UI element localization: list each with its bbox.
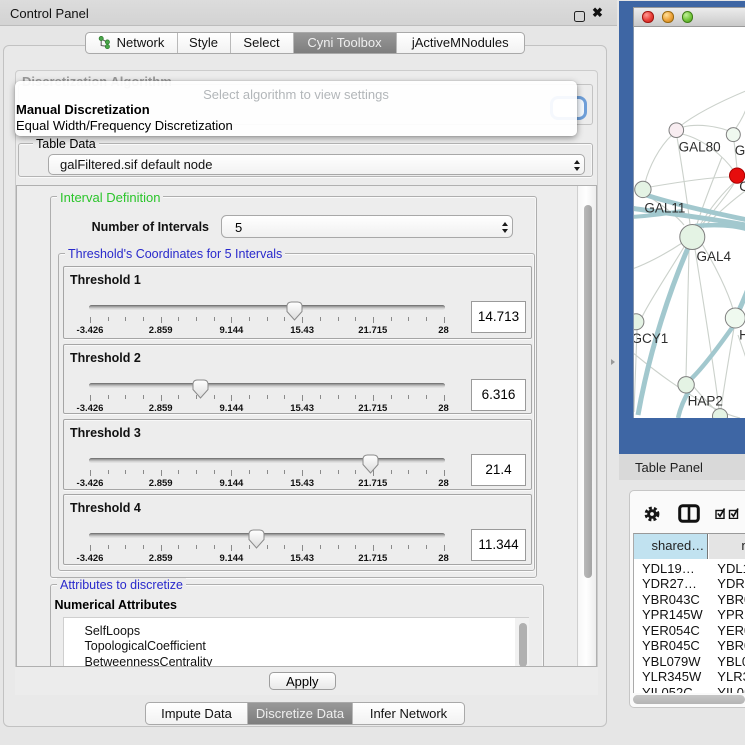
svg-text:C: C [739, 179, 745, 194]
svg-text:GCY1: GCY1 [634, 331, 668, 346]
svg-text:GAL11: GAL11 [644, 201, 685, 216]
svg-text:GA: GA [734, 143, 745, 158]
svg-text:HAP2: HAP2 [687, 393, 722, 408]
svg-text:H: H [739, 328, 745, 343]
svg-text:GAL80: GAL80 [678, 139, 720, 154]
svg-text:GAL4: GAL4 [696, 249, 731, 264]
